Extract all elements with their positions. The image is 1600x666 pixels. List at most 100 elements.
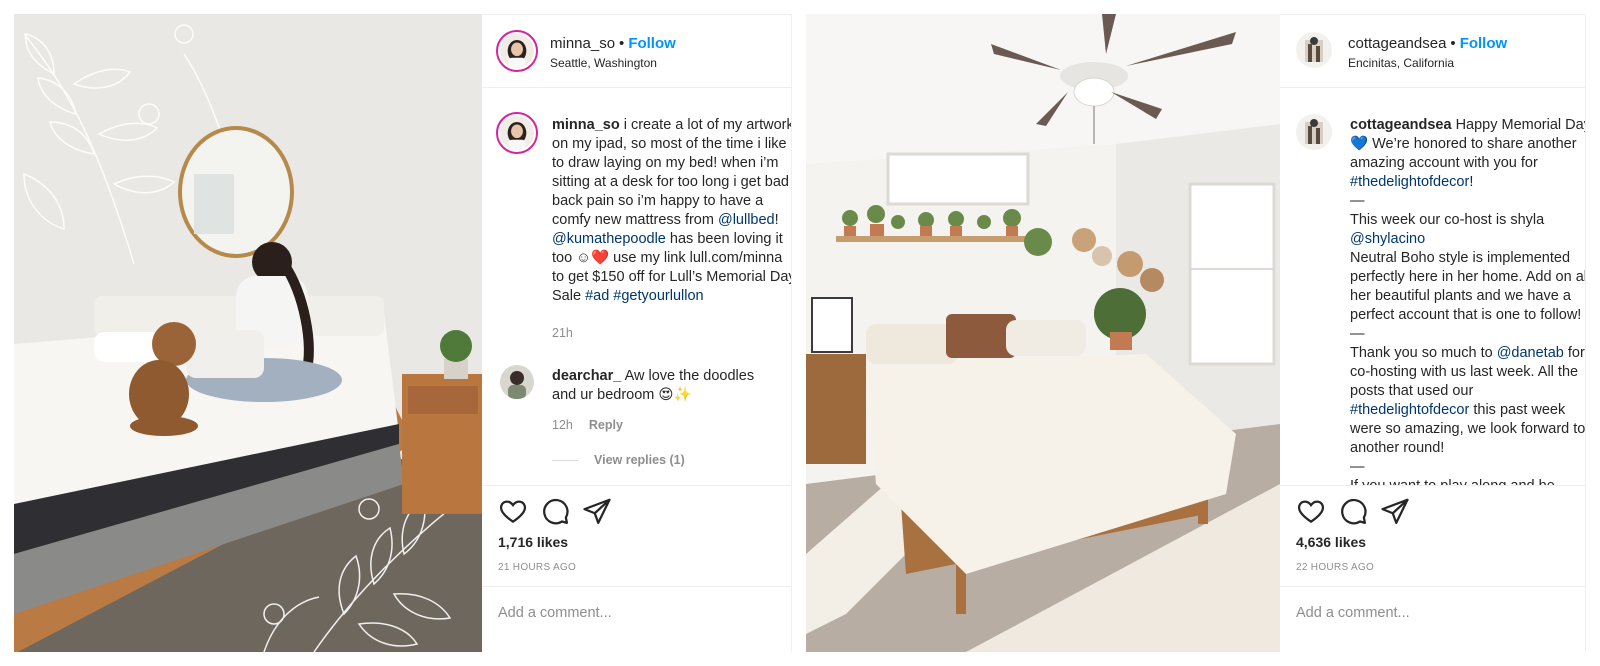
caption-text: This week our co-host is shyla [1350,212,1545,228]
caption-text: on my ipad, so most of the time i like [552,136,787,152]
post-actions: 1,716 likes 21 HOURS AGO [482,485,791,652]
comment-timestamp[interactable]: 12h [552,418,573,432]
caption-text: back pain so i’m happy to have a [552,193,764,209]
hashtag-link[interactable]: #thedelightofdecor [1350,174,1469,190]
hashtag-link[interactable]: #thedelightofdecor [1350,402,1469,418]
post-detail-panel: cottageandsea • Follow Encinitas, Californ… [1280,14,1586,652]
caption-text: — [1350,193,1365,209]
caption-username[interactable]: cottageandsea [1350,117,1452,133]
avatar-image [500,365,534,399]
post-caption: cottageandsea Happy Memorial Day 💙 We’re… [1350,116,1586,496]
comment-icon[interactable] [540,496,570,526]
comment-icon[interactable] [1338,496,1368,526]
share-icon[interactable] [582,496,612,526]
caption-text: were so amazing, we look forward to [1350,421,1586,437]
caption-text: perfectly here in her home. Add on all [1350,269,1586,285]
hashtag-link[interactable]: #ad [585,288,609,304]
caption-text: co-hosting with us last week. All the [1350,364,1579,380]
caption-text: has been loving it [665,231,783,247]
mention-link[interactable]: @danetab [1497,345,1564,361]
avatar[interactable] [1296,32,1332,68]
follow-button[interactable]: Follow [628,35,676,52]
blue-heart-emoji: 💙 [1350,136,1369,152]
header-username-line: cottageandsea • Follow [1348,35,1507,52]
likes-count[interactable]: 1,716 likes [498,534,568,550]
header-username[interactable]: cottageandsea [1348,35,1446,52]
bedroom-photo [14,14,482,652]
avatar-image [1296,114,1332,150]
separator-dot: • [619,35,625,52]
avatar-image [500,116,534,150]
bedroom-photo [806,14,1280,652]
caption-username[interactable]: minna_so [552,117,620,133]
comment-input[interactable] [1296,605,1556,621]
comment-text: and ur bedroom 😍✨ [552,387,692,403]
caption-text: ! [774,212,779,228]
comment-item: dearchar_ Aw love the doodles and ur bed… [552,367,754,405]
caption-text: too ☺ [552,250,591,266]
caption-text: posts that used our [1350,383,1474,399]
comment-input[interactable] [498,605,758,621]
caption-avatar[interactable] [496,112,538,154]
caption-text: i create a lot of my artwork [623,117,792,133]
divider [552,460,578,462]
view-replies-label: View replies (1) [594,453,685,467]
caption-text: We’re honored to share another [1368,136,1577,152]
comment-username[interactable]: dearchar_ [552,368,621,384]
heart-icon[interactable] [1296,496,1326,526]
caption-text: — [1350,326,1365,342]
comment-text: Aw love the doodles [624,368,755,384]
view-replies-button[interactable]: View replies (1) [552,453,685,467]
comment-avatar[interactable] [500,365,534,399]
post-card: cottageandsea • Follow Encinitas, Californ… [806,14,1586,652]
reply-button[interactable]: Reply [589,418,623,432]
post-timestamp[interactable]: 21 HOURS AGO [498,562,576,573]
header-location[interactable]: Encinitas, California [1348,56,1454,70]
caption-text: comfy new mattress from [552,212,718,228]
likes-count[interactable]: 4,636 likes [1296,534,1366,550]
add-comment-bar [482,586,791,644]
mention-link[interactable]: @lullbed [718,212,775,228]
caption-text: Neutral Boho style is implemented [1350,250,1571,266]
post-timestamp[interactable]: 22 HOURS AGO [1296,562,1374,573]
caption-timestamp[interactable]: 21h [552,326,573,340]
caption-text: sitting at a desk for too long i get bad [552,174,789,190]
caption-avatar[interactable] [1296,114,1332,150]
heart-icon[interactable] [498,496,528,526]
post-detail-panel: minna_so • Follow Seattle, Washington minn… [482,14,792,652]
caption-text: Thank you so much to [1350,345,1497,361]
header-location[interactable]: Seattle, Washington [550,56,657,70]
caption-text: ! [1469,174,1474,190]
mention-link[interactable]: @kumathepoodle [552,231,666,247]
post-actions: 4,636 likes 22 HOURS AGO [1280,485,1585,652]
caption-text: to draw laying on my bed! when i’m [552,155,779,171]
avatar[interactable] [496,30,538,72]
separator-dot: • [1450,35,1456,52]
follow-button[interactable]: Follow [1460,35,1508,52]
share-icon[interactable] [1380,496,1410,526]
caption-text: this past week [1469,402,1566,418]
hashtag-link[interactable]: #getyourlullon [613,288,703,304]
caption-text: Sale [552,288,586,304]
caption-text: amazing account with you for [1350,155,1538,171]
mention-link[interactable]: @shylacino [1350,230,1585,249]
heart-emoji: ❤️ [591,250,610,266]
post-photo[interactable] [14,14,482,652]
caption-text: her beautiful plants and we have a [1350,288,1571,304]
caption-text: for [1563,345,1585,361]
avatar-image [500,34,534,68]
post-header: cottageandsea • Follow Encinitas, Californ… [1280,15,1585,88]
avatar-image [1296,32,1332,68]
caption-text: another round! [1350,440,1445,456]
caption-text: use my link lull.com/minna [609,250,783,266]
header-username[interactable]: minna_so [550,35,615,52]
comment-meta: 12h Reply [552,418,623,432]
caption-text: perfect account that is one to follow! [1350,307,1582,323]
header-username-line: minna_so • Follow [550,35,676,52]
caption-text: to get $150 off for Lull’s Memorial Day [552,269,792,285]
post-caption: minna_so i create a lot of my artwork on… [552,116,792,306]
post-photo[interactable] [806,14,1280,652]
add-comment-bar [1280,586,1585,644]
caption-text: Happy Memorial Day [1451,117,1586,133]
post-card: minna_so • Follow Seattle, Washington minn… [14,14,792,652]
